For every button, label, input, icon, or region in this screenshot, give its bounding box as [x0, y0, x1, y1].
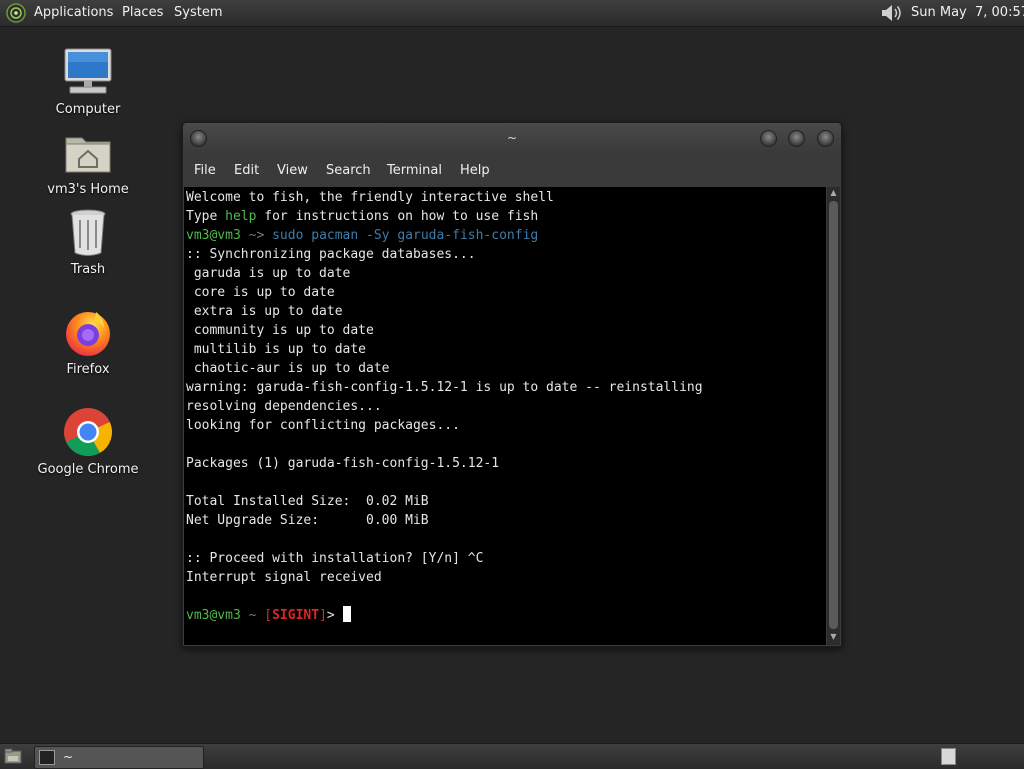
show-desktop-icon[interactable] — [4, 748, 22, 764]
prompt-path: ~> — [240, 228, 273, 243]
taskbar-terminal-button[interactable]: ~ — [34, 746, 204, 769]
minimize-button[interactable] — [760, 130, 777, 147]
desktop-icon-firefox[interactable]: Firefox — [33, 306, 143, 377]
volume-icon[interactable] — [880, 3, 902, 23]
signal-bracket: [ — [264, 608, 273, 623]
command-text: sudo pacman -Sy garuda-fish-config — [272, 228, 539, 243]
terminal-line: community is up to date — [186, 323, 374, 338]
top-panel: Applications Places System Sun May 7, 00… — [0, 0, 1024, 27]
signal-status: SIGINT — [272, 608, 320, 623]
prompt-user: vm3@vm3 — [186, 228, 241, 243]
prompt-arrow: > — [326, 608, 343, 623]
terminal-line: garuda is up to date — [186, 266, 351, 281]
terminal-window[interactable]: ~ File Edit View Search Terminal Help We… — [182, 122, 842, 647]
terminal-menubar: File Edit View Search Terminal Help — [183, 153, 841, 187]
terminal-line: Total Installed Size: 0.02 MiB — [186, 494, 429, 509]
maximize-button[interactable] — [788, 130, 805, 147]
terminal-output[interactable]: Welcome to fish, the friendly interactiv… — [184, 187, 826, 645]
desktop-icon-computer[interactable]: Computer — [33, 46, 143, 117]
menu-file[interactable]: File — [194, 153, 216, 189]
menu-edit[interactable]: Edit — [234, 153, 259, 189]
window-title: ~ — [506, 131, 518, 145]
terminal-line: Interrupt signal received — [186, 570, 382, 585]
desktop-icon-label: Computer — [55, 102, 121, 117]
terminal-task-icon — [39, 750, 55, 765]
home-folder-icon — [65, 137, 111, 173]
terminal-line: multilib is up to date — [186, 342, 367, 357]
prompt-user: vm3@vm3 — [186, 608, 241, 623]
desktop-icon-chrome[interactable]: Google Chrome — [33, 406, 143, 477]
text-cursor — [342, 606, 351, 622]
applications-menu[interactable]: Applications — [34, 0, 113, 26]
terminal-line: resolving dependencies... — [186, 399, 382, 414]
scrollbar-thumb[interactable] — [829, 201, 838, 629]
desktop-icon-label: Google Chrome — [37, 462, 139, 477]
terminal-line: :: Proceed with installation? [Y/n] ^C — [186, 551, 484, 566]
scroll-up-arrow-icon[interactable]: ▲ — [829, 189, 838, 197]
menu-help[interactable]: Help — [460, 153, 490, 189]
close-button[interactable] — [817, 130, 834, 147]
desktop-icon-label: Firefox — [66, 362, 110, 377]
help-keyword: help — [225, 209, 257, 224]
terminal-line: chaotic-aur is up to date — [186, 361, 390, 376]
desktop-icon-home[interactable]: vm3's Home — [33, 126, 143, 197]
mate-logo-icon[interactable] — [6, 3, 26, 23]
firefox-icon — [66, 312, 110, 356]
signal-bracket: ] — [319, 608, 327, 623]
system-menu[interactable]: System — [174, 0, 222, 26]
desktop-icon-label: vm3's Home — [47, 182, 129, 197]
terminal-line: vm3@vm3 ~> sudo pacman -Sy garuda-fish-c… — [186, 226, 703, 245]
terminal-line: :: Synchronizing package databases... — [186, 247, 476, 262]
terminal-line: Welcome to fish, the friendly interactiv… — [186, 190, 554, 205]
desktop-icon-trash[interactable]: Trash — [33, 206, 143, 277]
terminal-text: Type — [186, 209, 226, 224]
chrome-icon — [64, 408, 112, 457]
prompt-path: ~ — [240, 608, 265, 623]
computer-icon — [64, 48, 112, 94]
menu-terminal[interactable]: Terminal — [387, 153, 442, 189]
terminal-line: warning: garuda-fish-config-1.5.12-1 is … — [186, 380, 703, 395]
terminal-text: for instructions on how to use fish — [256, 209, 539, 224]
taskbar-label: ~ — [63, 750, 74, 764]
menu-search[interactable]: Search — [326, 153, 371, 189]
menu-view[interactable]: View — [277, 153, 308, 189]
places-menu[interactable]: Places — [122, 0, 163, 26]
terminal-line: Type help for instructions on how to use… — [186, 207, 703, 226]
bottom-panel: ~ — [0, 743, 1024, 769]
terminal-line: extra is up to date — [186, 304, 343, 319]
desktop-icon-label: Trash — [70, 262, 106, 277]
window-titlebar[interactable]: ~ — [183, 123, 841, 153]
workspace-switcher-icon[interactable] — [941, 748, 956, 765]
terminal-line: core is up to date — [186, 285, 335, 300]
terminal-line: Net Upgrade Size: 0.00 MiB — [186, 513, 429, 528]
terminal-line: Packages (1) garuda-fish-config-1.5.12-1 — [186, 456, 500, 471]
trash-icon — [70, 209, 106, 256]
terminal-line: looking for conflicting packages... — [186, 418, 460, 433]
clock[interactable]: Sun May 7, 00:57 — [911, 0, 1024, 26]
terminal-prompt-line: vm3@vm3 ~ [SIGINT]> — [186, 606, 703, 625]
scroll-down-arrow-icon[interactable]: ▼ — [829, 633, 838, 641]
terminal-scrollbar[interactable]: ▲ ▼ — [827, 187, 840, 645]
